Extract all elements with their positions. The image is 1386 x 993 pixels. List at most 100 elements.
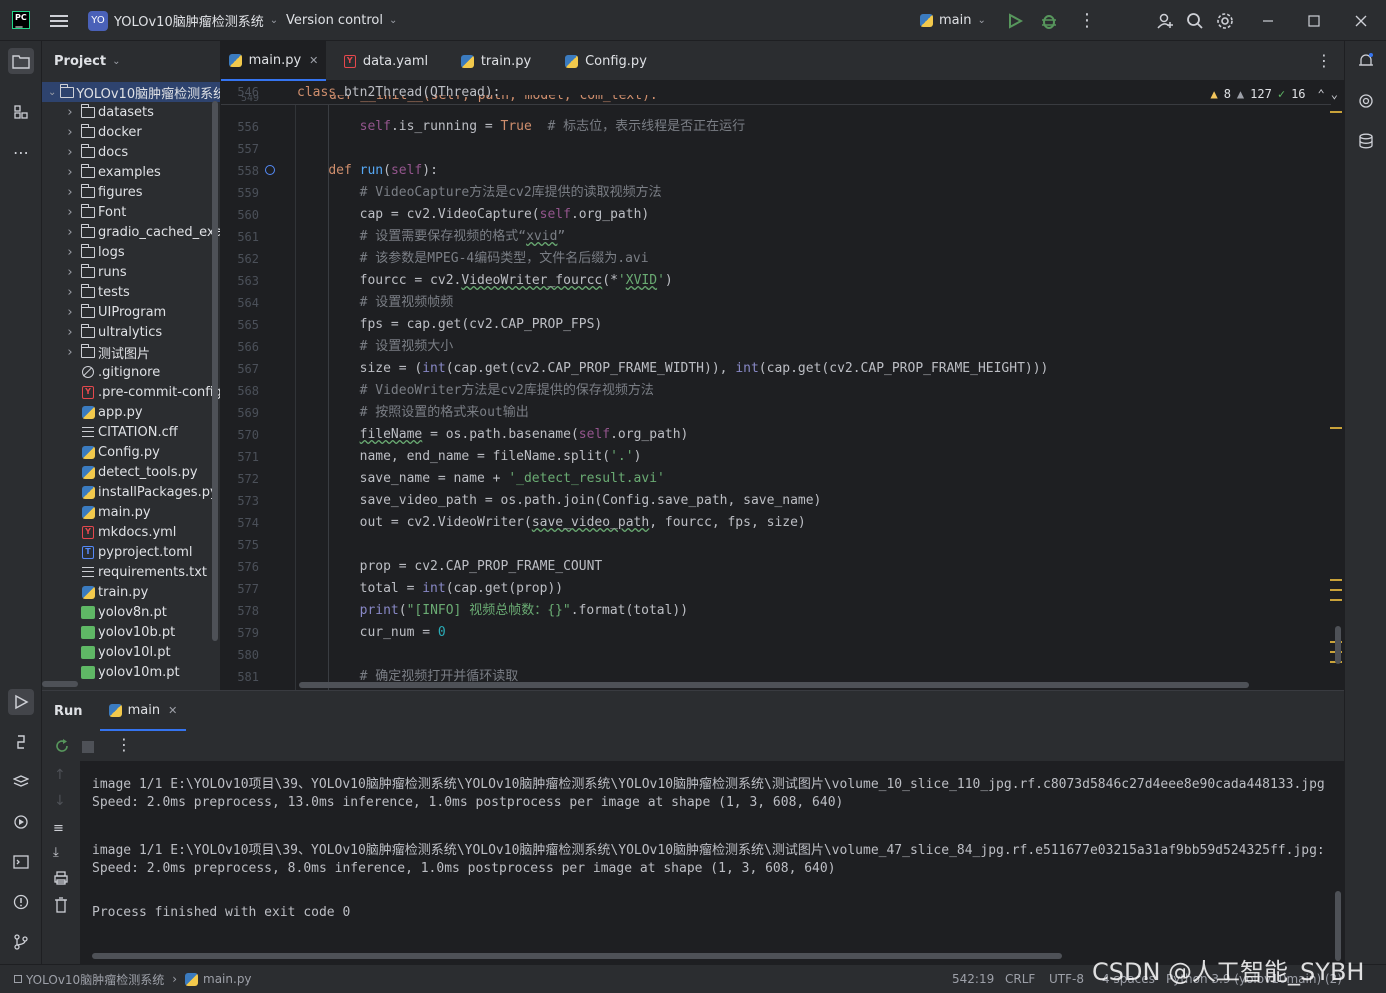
terminal-button[interactable] [8, 849, 34, 875]
override-marker-icon[interactable] [265, 165, 275, 175]
services-button[interactable] [8, 809, 34, 835]
error-stripe-marker[interactable] [1330, 599, 1342, 601]
close-icon[interactable]: ✕ [168, 704, 177, 717]
tree-item[interactable]: › tests [42, 282, 130, 302]
project-panel-header[interactable]: Project ⌄ [42, 41, 220, 81]
soft-wrap-icon[interactable]: ≡ [53, 821, 64, 836]
run-tool-button[interactable] [8, 689, 34, 715]
add-user-button[interactable] [1156, 0, 1174, 41]
tree-item[interactable]: › datasets [42, 102, 154, 122]
tree-root[interactable]: ⌄ YOLOv10脑肿瘤检测系统 [42, 82, 220, 102]
tab-main-py[interactable]: main.py ✕ [221, 41, 326, 81]
run-tab-main[interactable]: main ✕ [100, 691, 186, 731]
tree-item[interactable]: Config.py [42, 442, 160, 462]
tree-item[interactable]: › runs [42, 262, 127, 282]
minimize-button[interactable] [1262, 0, 1274, 41]
tree-item[interactable]: › gradio_cached_exam [42, 222, 220, 242]
more-tools-icon[interactable]: ⋯ [8, 139, 34, 165]
run-button[interactable] [1007, 0, 1023, 41]
arrow-up-icon[interactable]: ↑ [54, 767, 66, 783]
tree-item[interactable]: .gitignore [42, 362, 160, 382]
tree-item[interactable]: yolov10l.pt [42, 642, 171, 662]
file-encoding[interactable]: UTF-8 [1049, 965, 1084, 993]
tree-item[interactable]: › UIProgram [42, 302, 166, 322]
search-button[interactable] [1186, 0, 1204, 41]
settings-button[interactable] [1216, 0, 1234, 41]
tree-item[interactable]: app.py [42, 402, 143, 422]
tree-item[interactable]: yolov8n.pt [42, 602, 167, 622]
tree-item[interactable]: › docs [42, 142, 128, 162]
code-line: # 设置视频大小 [359, 339, 454, 354]
tree-item[interactable]: › figures [42, 182, 143, 202]
breadcrumb-file[interactable]: main.py [203, 972, 252, 986]
code-editor[interactable]: 556 557 558 559 560 561 562 563 564 565 566 567 568 5… [221, 81, 1344, 690]
tree-item[interactable]: detect_tools.py [42, 462, 198, 482]
inspection-widget[interactable]: ▲ 8 ▲ 127 ✓ 16 ⌃ ⌄ [1210, 87, 1338, 101]
tab-options-icon[interactable]: ⋮ [1316, 51, 1332, 70]
tree-item[interactable]: Tpyproject.toml [42, 542, 193, 562]
structure-tool-button[interactable] [8, 99, 34, 125]
tree-item[interactable]: requirements.txt [42, 562, 207, 582]
main-menu-button[interactable] [50, 0, 68, 41]
tree-item[interactable]: train.py [42, 582, 148, 602]
tree-item[interactable]: › logs [42, 242, 125, 262]
tree-item[interactable]: › ultralytics [42, 322, 162, 342]
problems-button[interactable] [8, 889, 34, 915]
clear-button[interactable] [54, 897, 68, 917]
debug-button[interactable] [1040, 0, 1058, 41]
tab-train-py[interactable]: train.py [446, 41, 546, 81]
close-button[interactable] [1355, 0, 1367, 41]
tree-item[interactable]: › examples [42, 162, 161, 182]
close-tab-icon[interactable]: ✕ [309, 54, 318, 67]
database-icon [1359, 133, 1373, 149]
python-packages-button[interactable] [8, 769, 34, 795]
print-button[interactable] [53, 871, 69, 889]
project-h-scrollbar[interactable] [42, 681, 78, 687]
sticky-lines[interactable]: 549 def __init__(self, path, model, com_… [221, 81, 1331, 105]
project-switcher[interactable]: YO YOLOv10脑肿瘤检测系统 ⌄ [88, 0, 278, 41]
scroll-to-end-icon[interactable]: ⤓ [53, 845, 59, 860]
console-v-scrollbar[interactable] [1335, 891, 1341, 961]
error-stripe-marker[interactable] [1330, 427, 1342, 429]
tree-item[interactable]: installPackages.py [42, 482, 218, 502]
tree-item[interactable]: Y .pre-commit-config.y [42, 382, 220, 402]
vcs-menu[interactable]: Version control ⌄ [286, 0, 397, 41]
error-stripe-marker[interactable] [1330, 579, 1342, 581]
tree-item[interactable]: main.py [42, 502, 151, 522]
git-button[interactable] [8, 929, 34, 955]
run-config-selector[interactable]: main ⌄ [920, 0, 986, 41]
tree-item[interactable]: › Font [42, 202, 126, 222]
chevron-up-icon[interactable]: ⌃ [1318, 87, 1325, 101]
rerun-button[interactable] [54, 738, 70, 758]
database-button[interactable] [1353, 128, 1379, 154]
editor-h-scrollbar[interactable] [299, 682, 1249, 688]
notifications-button[interactable] [1353, 48, 1379, 74]
ai-assistant-button[interactable] [1353, 88, 1379, 114]
more-options-icon[interactable]: ⋮ [116, 735, 132, 754]
tree-item[interactable]: › 测试图片 [42, 342, 150, 362]
python-console-button[interactable] [8, 729, 34, 755]
pycharm-logo-icon[interactable]: PC — [12, 11, 30, 31]
tab-config-py[interactable]: Config.py [551, 41, 661, 81]
project-scrollbar[interactable] [212, 101, 218, 641]
tab-data-yaml[interactable]: Ydata.yaml [331, 41, 441, 81]
caret-position[interactable]: 542:19 [952, 965, 994, 993]
tree-item[interactable]: yolov10m.pt [42, 662, 180, 682]
tree-item[interactable]: › docker [42, 122, 142, 142]
line-separator[interactable]: CRLF [1005, 965, 1035, 993]
stop-button[interactable] [82, 741, 94, 753]
project-tool-button[interactable] [8, 48, 34, 74]
more-actions-icon[interactable]: ⋮ [1078, 0, 1096, 41]
error-stripe-marker[interactable] [1330, 111, 1342, 113]
tree-item[interactable]: CITATION.cff [42, 422, 178, 442]
chevron-down-icon[interactable]: ⌄ [1331, 87, 1338, 101]
console-h-scrollbar[interactable] [92, 953, 1062, 959]
breadcrumb-project[interactable]: YOLOv10脑肿瘤检测系统 [26, 971, 164, 988]
tree-item[interactable]: Ymkdocs.yml [42, 522, 176, 542]
error-stripe-marker[interactable] [1330, 589, 1342, 591]
tree-item[interactable]: yolov10b.pt [42, 622, 175, 642]
arrow-down-icon[interactable]: ↓ [54, 793, 66, 809]
vcs-label: Version control [286, 13, 383, 28]
maximize-button[interactable] [1308, 0, 1320, 41]
editor-v-scrollbar[interactable] [1335, 626, 1341, 664]
